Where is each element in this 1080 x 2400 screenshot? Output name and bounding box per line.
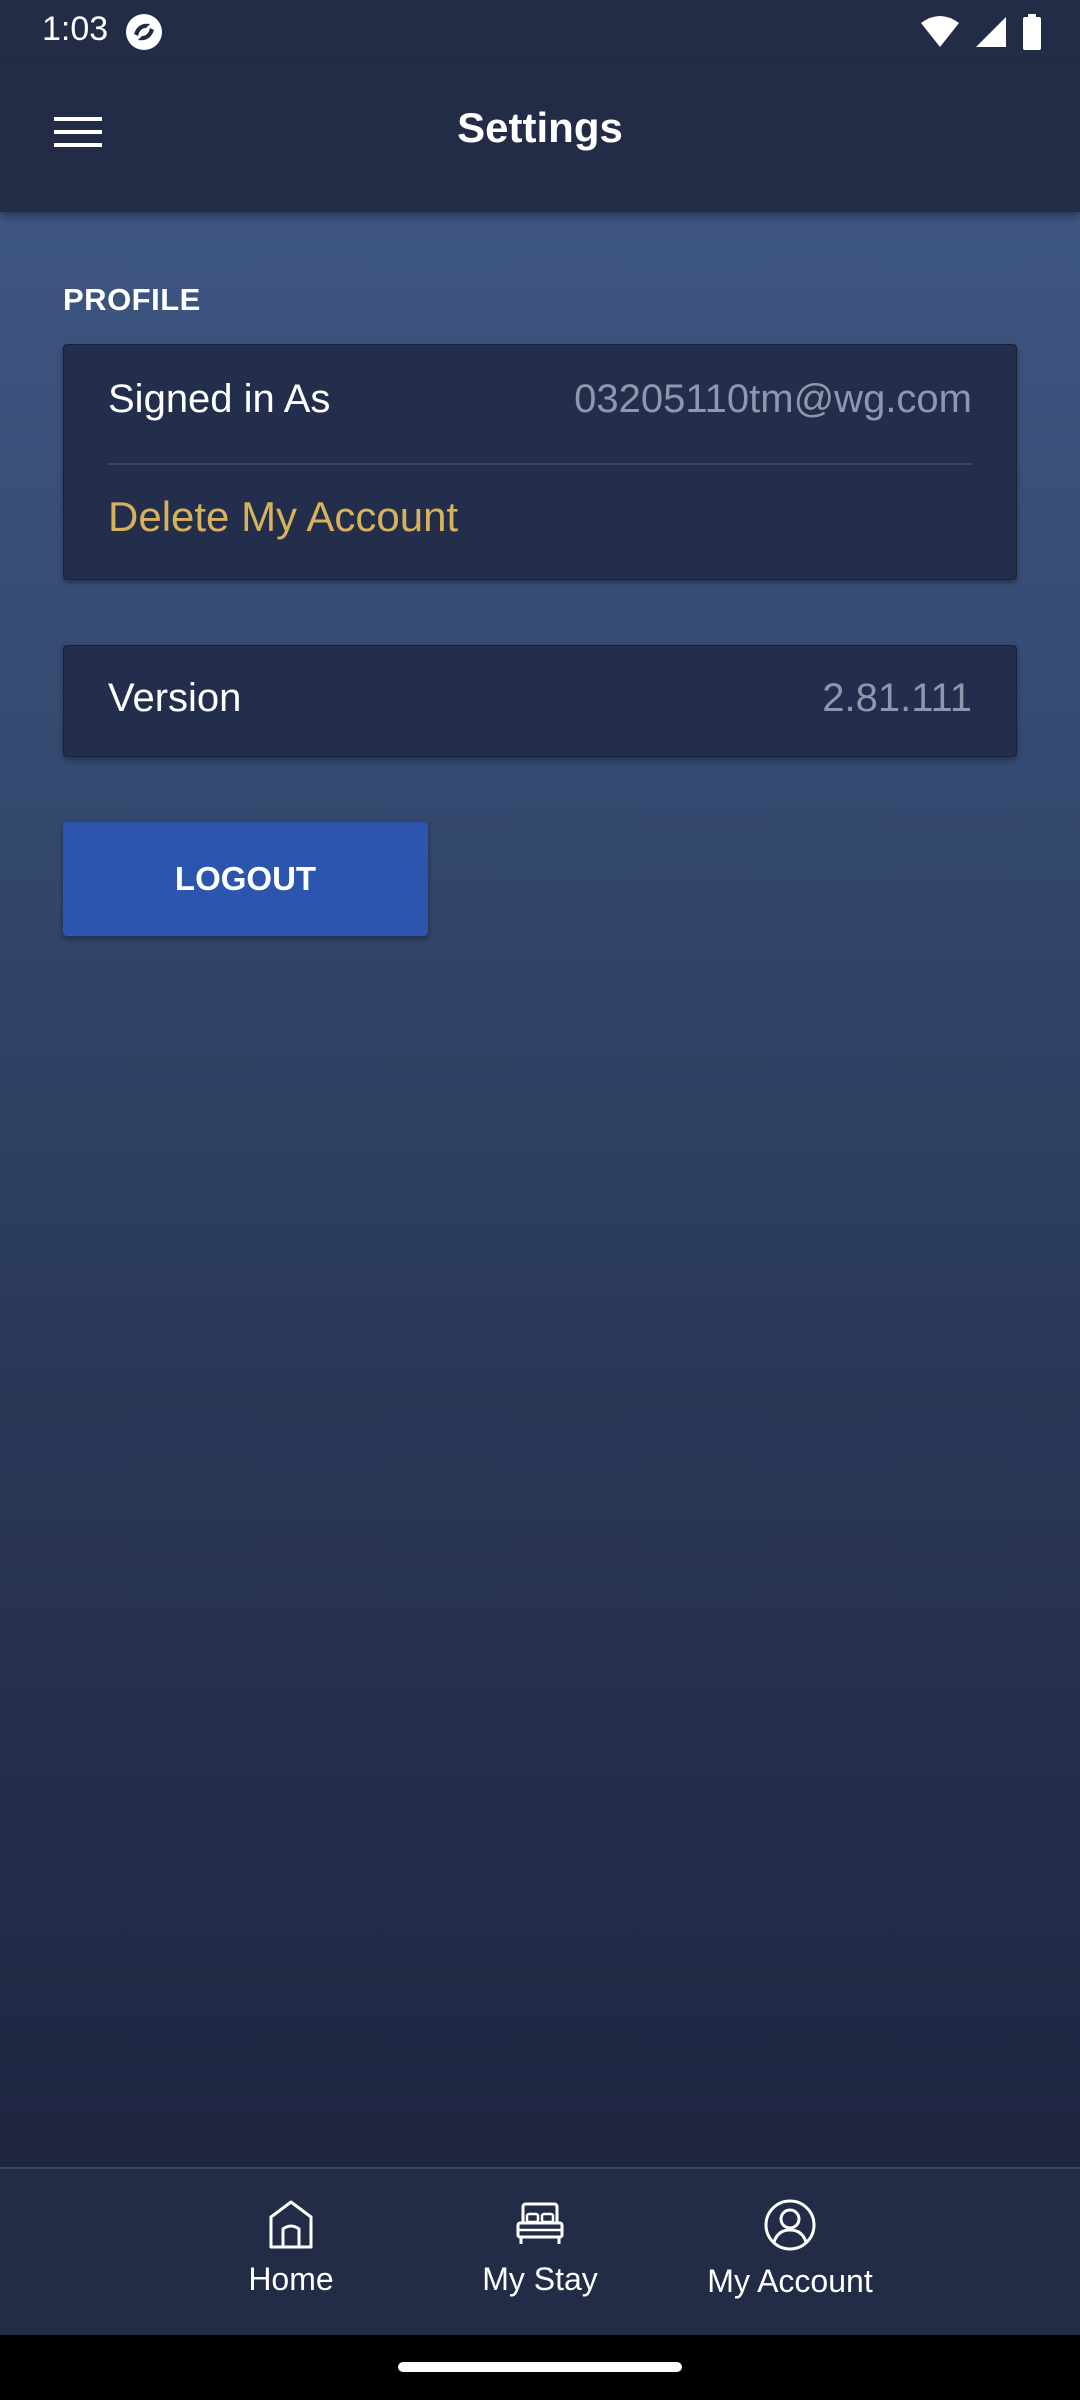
cellular-signal-icon <box>976 17 1006 47</box>
delete-account-link[interactable]: Delete My Account <box>108 493 458 541</box>
version-row: Version 2.81.111 <box>108 676 972 721</box>
wifi-icon <box>921 16 959 47</box>
page-title: Settings <box>457 104 623 151</box>
signed-in-label: Signed in As <box>108 377 331 421</box>
bed-icon <box>516 2202 564 2244</box>
profile-section-label: PROFILE <box>63 282 201 317</box>
profile-card: Signed in As 03205110tm@wg.com Delete My… <box>63 344 1017 580</box>
status-icons <box>920 14 1042 50</box>
account-circle-icon <box>764 2199 816 2251</box>
version-value: 2.81.111 <box>822 676 972 720</box>
nav-item-my-account[interactable]: My Account <box>670 2199 910 2319</box>
app-bar: Settings <box>0 62 1080 212</box>
gesture-navigation-area <box>0 2335 1080 2400</box>
version-card: Version 2.81.111 <box>63 645 1017 757</box>
home-icon <box>269 2200 313 2249</box>
nav-label-my-account: My Account <box>707 2263 873 2299</box>
divider <box>108 463 972 465</box>
nav-label-my-stay: My Stay <box>482 2261 598 2297</box>
nav-label-home: Home <box>248 2261 334 2297</box>
bottom-nav: Home My Stay My Account <box>0 2167 1080 2335</box>
status-time: 1:03 <box>42 10 109 48</box>
signed-in-email: 03205110tm@wg.com <box>574 377 972 421</box>
app-notification-icon <box>126 14 162 50</box>
status-bar: 1:03 <box>0 0 1080 62</box>
signed-in-row: Signed in As 03205110tm@wg.com <box>108 377 972 422</box>
nav-item-home[interactable]: Home <box>171 2199 411 2319</box>
settings-content: PROFILE Signed in As 03205110tm@wg.com D… <box>0 212 1080 2167</box>
nav-item-my-stay[interactable]: My Stay <box>420 2199 660 2319</box>
battery-icon <box>1023 14 1041 50</box>
gesture-handle[interactable] <box>398 2362 682 2372</box>
logout-button[interactable]: LOGOUT <box>63 822 428 936</box>
version-label: Version <box>108 676 242 720</box>
